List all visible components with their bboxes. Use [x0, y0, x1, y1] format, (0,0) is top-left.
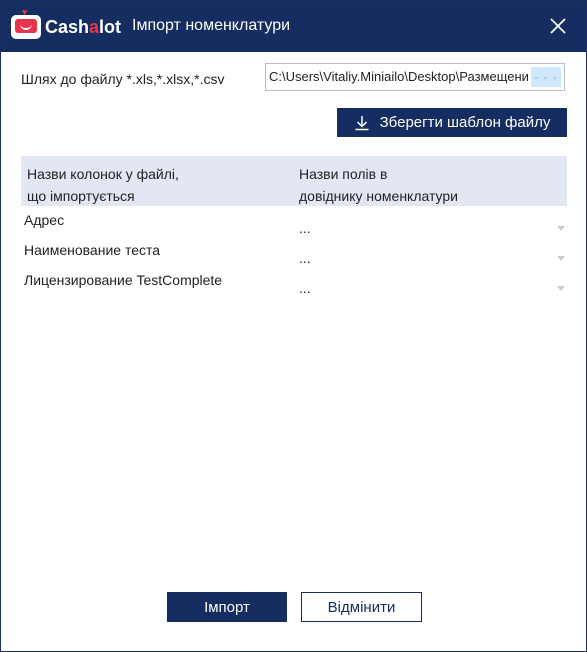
file-column-name: Адрес: [24, 212, 65, 228]
download-icon: [355, 115, 369, 130]
field-select[interactable]: ...: [299, 280, 311, 296]
import-button[interactable]: Імпорт: [167, 592, 287, 622]
logo-icon: ♥: [11, 8, 41, 39]
file-path-input[interactable]: C:\Users\Vitaliy.Miniailo\Desktop\Размещ…: [266, 64, 530, 90]
table-row: Наименование теста ...: [21, 236, 567, 266]
logo-text: Cashalot: [45, 16, 122, 37]
save-template-button[interactable]: Зберегти шаблон файлу: [337, 108, 567, 137]
dropdown-arrow-icon[interactable]: [557, 226, 565, 232]
window-title: Імпорт номенклатури: [132, 17, 291, 34]
app-logo: ♥ Cashalot: [11, 8, 122, 41]
field-select[interactable]: ...: [299, 250, 311, 266]
close-icon: [550, 18, 566, 34]
table-row: Адрес ...: [21, 206, 567, 236]
browse-button[interactable]: - - -: [531, 67, 561, 87]
column-header-file: Назви колонок у файлі, що імпортується: [27, 166, 179, 204]
dropdown-arrow-icon[interactable]: [557, 256, 565, 262]
title-bar: ♥ Cashalot Імпорт номенклатури: [1, 1, 586, 52]
mapping-table-header: Назви колонок у файлі, що імпортується Н…: [21, 156, 567, 206]
dropdown-arrow-icon[interactable]: [557, 286, 565, 292]
cancel-button[interactable]: Відмінити: [301, 592, 422, 622]
file-path-label: Шлях до файлу *.xls,*.xlsx,*.csv: [21, 71, 225, 87]
close-button[interactable]: [546, 14, 570, 38]
file-path-field: C:\Users\Vitaliy.Miniailo\Desktop\Размещ…: [265, 63, 565, 91]
file-column-name: Лицензирование TestComplete: [24, 272, 223, 288]
file-column-name: Наименование теста: [24, 242, 161, 258]
table-row: Лицензирование TestComplete ...: [21, 266, 567, 296]
import-dialog: ♥ Cashalot Імпорт номенклатури Шлях до ф…: [0, 0, 587, 652]
field-select[interactable]: ...: [299, 220, 311, 236]
save-template-label: Зберегти шаблон файлу: [379, 114, 551, 131]
column-header-fields: Назви полів в довіднику номенклатури: [299, 166, 459, 204]
